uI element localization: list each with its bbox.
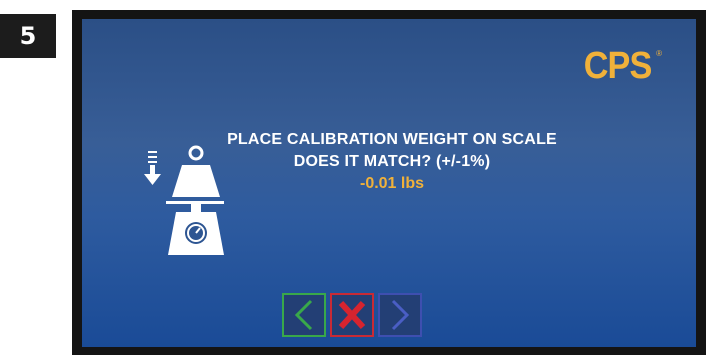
next-button[interactable] xyxy=(378,293,422,337)
step-number-badge: 5 xyxy=(0,14,56,58)
registered-mark: ® xyxy=(656,49,662,58)
cancel-button[interactable] xyxy=(330,293,374,337)
weight-reading: -0.01 lbs xyxy=(359,175,425,192)
navigation-buttons xyxy=(282,293,422,337)
down-arrow-icon xyxy=(144,151,161,185)
instruction-line: PLACE CALIBRATION WEIGHT ON SCALE xyxy=(227,131,557,148)
device-screen: CPS ® PLACE CALIBRATION WEIGHT ON SCALE … xyxy=(82,19,696,347)
calibration-message: PLACE CALIBRATION WEIGHT ON SCALE DOES I… xyxy=(212,129,572,195)
device-bezel: CPS ® PLACE CALIBRATION WEIGHT ON SCALE … xyxy=(72,10,706,355)
cps-logo: CPS ® xyxy=(580,47,662,85)
back-button[interactable] xyxy=(282,293,326,337)
question-line: DOES IT MATCH? (+/-1%) xyxy=(293,153,491,170)
logo-text: CPS xyxy=(583,45,653,87)
chevron-left-icon xyxy=(294,299,313,331)
chevron-right-icon xyxy=(391,299,410,331)
x-icon xyxy=(338,300,366,330)
